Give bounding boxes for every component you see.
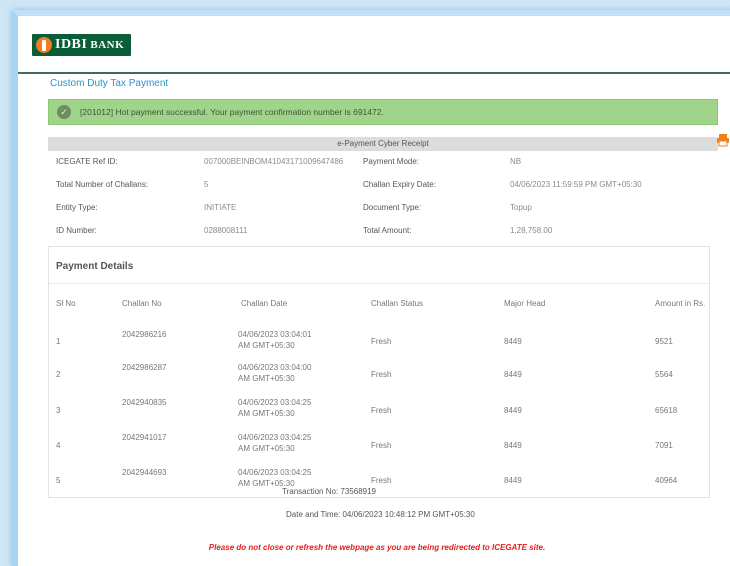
id-number-value: 0288008111 (204, 226, 248, 235)
table-cell-challan-date: 04/06/2023 03:04:00 AM GMT+05:30 (238, 363, 312, 383)
table-cell-sl: 3 (56, 406, 61, 415)
table-cell-amount: 9521 (655, 337, 673, 346)
table-cell-challan-date: 04/06/2023 03:04:25 AM GMT+05:30 (238, 398, 312, 418)
table-cell-amount: 40964 (655, 476, 678, 485)
table-cell-sl: 5 (56, 476, 61, 485)
table-cell-major-head: 8449 (504, 370, 522, 379)
table-cell-major-head: 8449 (504, 406, 522, 415)
receipt-title: e-Payment Cyber Receipt (48, 137, 718, 151)
table-cell-challan-no: 2042986287 (122, 363, 167, 372)
table-cell-amount: 65618 (655, 406, 678, 415)
document-type-label: Document Type: (363, 203, 422, 212)
icegate-ref-value: 007000BEINBOM41043171009647486 (204, 157, 344, 166)
bank-logo-text: IDBI BANK (55, 37, 125, 52)
column-header-amount: Amount in Rs. (655, 299, 706, 308)
check-circle-icon: ✓ (57, 105, 71, 119)
document-type-value: Topup (510, 203, 532, 212)
table-cell-challan-no: 2042940835 (122, 398, 167, 407)
browser-frame: IDBI BANK Custom Duty Tax Payment ✓ [2010… (12, 10, 730, 566)
table-cell-challan-date: 04/06/2023 03:04:01 AM GMT+05:30 (238, 330, 312, 350)
table-cell-status: Fresh (371, 406, 392, 415)
table-cell-major-head: 8449 (504, 476, 522, 485)
table-cell-sl: 1 (56, 337, 61, 346)
id-number-label: ID Number: (56, 226, 97, 235)
column-header-sl-no: Sl No (56, 299, 76, 308)
table-cell-challan-date: 04/06/2023 03:04:25 AM GMT+05:30 (238, 433, 312, 453)
table-cell-status: Fresh (371, 337, 392, 346)
table-cell-status: Fresh (371, 441, 392, 450)
table-cell-amount: 5564 (655, 370, 673, 379)
payment-mode-label: Payment Mode: (363, 157, 420, 166)
success-alert: ✓ [201012] Hot payment successful. Your … (48, 99, 718, 125)
column-header-challan-no: Challan No (122, 299, 162, 308)
table-cell-status: Fresh (371, 476, 392, 485)
table-cell-sl: 4 (56, 441, 61, 450)
table-cell-challan-no: 2042944693 (122, 468, 167, 477)
column-header-challan-date: Challan Date (241, 299, 288, 308)
alert-message: [201012] Hot payment successful. Your pa… (80, 107, 384, 117)
transaction-datetime: Date and Time: 04/06/2023 10:48:12 PM GM… (286, 510, 475, 519)
total-amount-value: 1,28,758.00 (510, 226, 553, 235)
redirect-warning: Please do not close or refresh the webpa… (208, 543, 546, 552)
header: IDBI BANK (18, 16, 730, 74)
table-cell-major-head: 8449 (504, 337, 522, 346)
table-cell-challan-no: 2042986216 (122, 330, 167, 339)
bank-logo[interactable]: IDBI BANK (32, 34, 132, 56)
challan-expiry-label: Challan Expiry Date: (363, 180, 436, 189)
payment-mode-value: NB (510, 157, 522, 166)
total-amount-label: Total Amount: (363, 226, 412, 235)
printer-icon[interactable] (716, 133, 730, 147)
page-title: Custom Duty Tax Payment (50, 78, 169, 89)
payment-details-title: Payment Details (56, 261, 134, 272)
table-cell-amount: 7091 (655, 441, 673, 450)
table-cell-challan-no: 2042941017 (122, 433, 167, 442)
column-header-major-head: Major Head (504, 299, 546, 308)
divider (49, 283, 709, 284)
entity-type-label: Entity Type: (56, 203, 98, 212)
num-challans-value: 5 (204, 180, 209, 189)
transaction-no: Transaction No: 73568919 (282, 487, 376, 496)
entity-type-value: INITIATE (204, 203, 237, 212)
payment-details-panel: Payment Details Sl No Challan No Challan… (48, 246, 710, 498)
icegate-ref-label: ICEGATE Ref ID: (56, 157, 118, 166)
num-challans-label: Total Number of Challans: (56, 180, 149, 189)
idbi-logo-icon (36, 37, 52, 53)
column-header-challan-status: Challan Status (371, 299, 424, 308)
table-cell-major-head: 8449 (504, 441, 522, 450)
table-cell-challan-date: 04/06/2023 03:04:25 AM GMT+05:30 (238, 468, 312, 488)
table-cell-status: Fresh (371, 370, 392, 379)
table-cell-sl: 2 (56, 370, 61, 379)
challan-expiry-value: 04/06/2023 11:59:59 PM GMT+05:30 (510, 180, 642, 189)
